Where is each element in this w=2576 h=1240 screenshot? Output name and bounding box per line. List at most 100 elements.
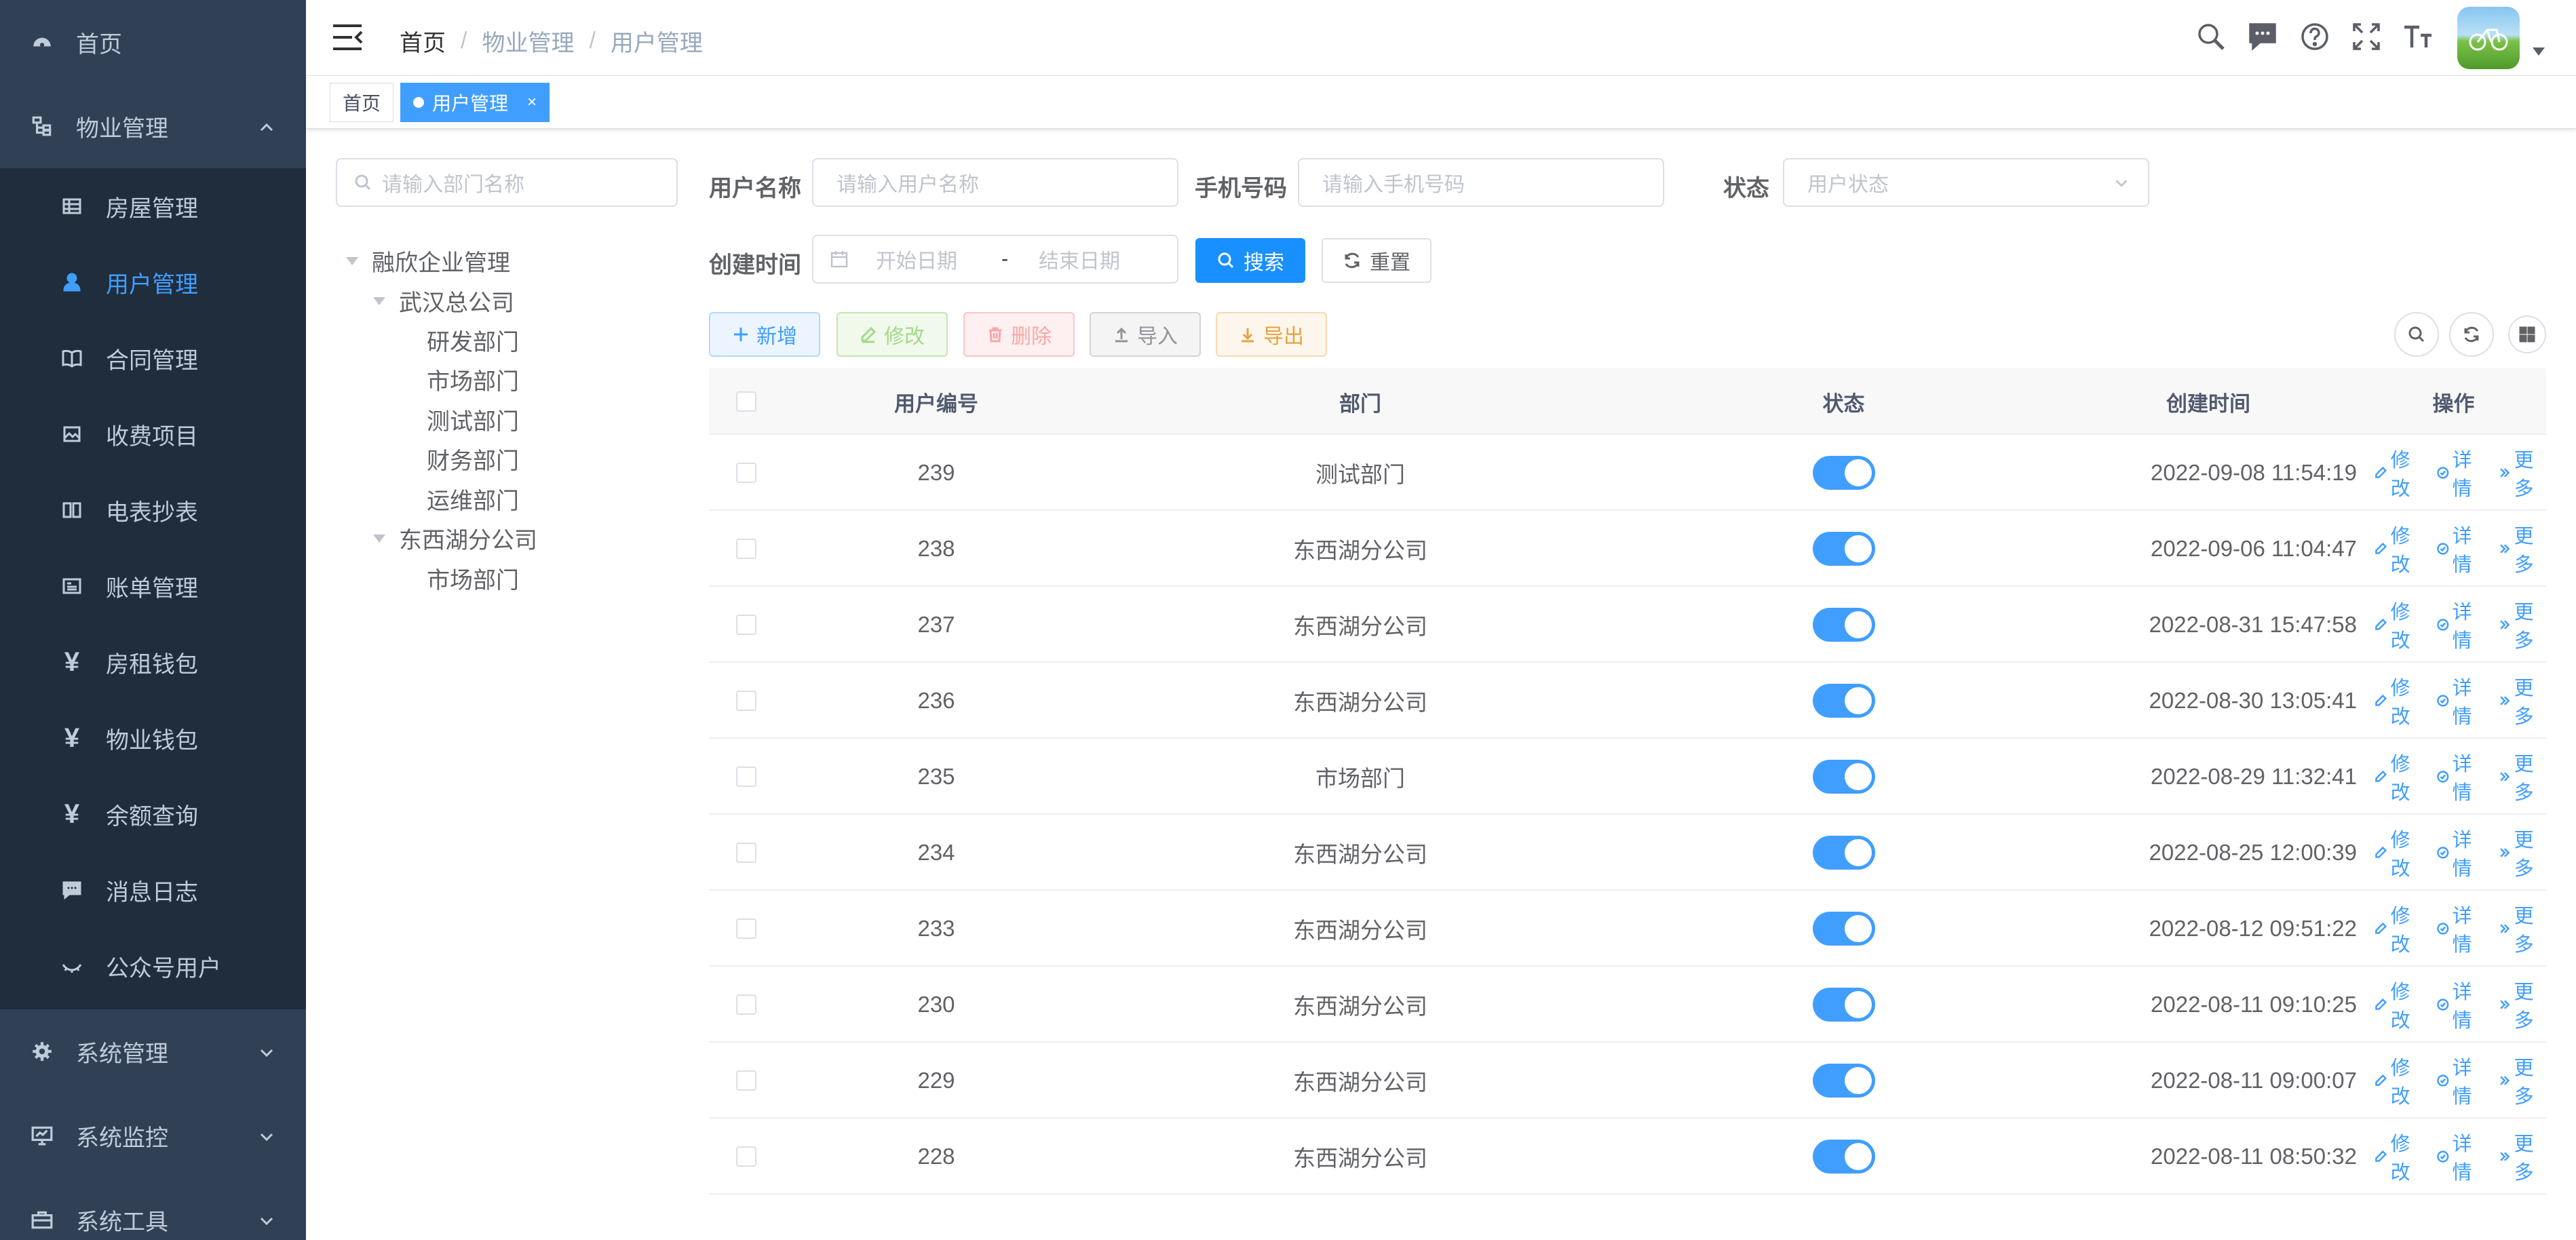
- tree-node-dept[interactable]: 研发部门: [427, 324, 519, 357]
- row-detail-link[interactable]: 详情: [2436, 748, 2484, 805]
- row-edit-link[interactable]: 修改: [2375, 748, 2423, 805]
- sidebar-item-rent-wallet[interactable]: ¥ 房租钱包: [0, 624, 306, 700]
- row-checkbox[interactable]: [709, 891, 784, 967]
- row-detail-link[interactable]: 详情: [2436, 596, 2484, 653]
- row-more-link[interactable]: 更多: [2498, 748, 2546, 805]
- sidebar-item-balance[interactable]: ¥ 余额查询: [0, 776, 306, 852]
- search-icon[interactable]: [2195, 20, 2227, 53]
- row-checkbox[interactable]: [709, 663, 784, 739]
- sidebar-item-wechat-users[interactable]: 公众号用户: [0, 928, 306, 1004]
- end-date-placeholder[interactable]: 结束日期: [1039, 244, 1120, 274]
- row-checkbox[interactable]: [709, 435, 784, 511]
- header-user-id[interactable]: 用户编号: [784, 368, 1089, 435]
- row-detail-link[interactable]: 详情: [2436, 1128, 2484, 1185]
- row-edit-link[interactable]: 修改: [2375, 1052, 2423, 1109]
- chat-icon[interactable]: [2246, 20, 2279, 53]
- status-switch[interactable]: [1812, 1140, 1875, 1174]
- row-edit-link[interactable]: 修改: [2375, 596, 2423, 653]
- edit-button[interactable]: 修改: [837, 312, 948, 357]
- row-edit-link[interactable]: 修改: [2375, 900, 2423, 957]
- status-switch[interactable]: [1812, 912, 1875, 946]
- row-edit-link[interactable]: 修改: [2375, 824, 2423, 881]
- row-more-link[interactable]: 更多: [2498, 1128, 2546, 1185]
- avatar[interactable]: [2457, 7, 2520, 69]
- tree-node-dept[interactable]: 运维部门: [427, 482, 519, 516]
- row-checkbox[interactable]: [709, 511, 784, 587]
- dept-search-input[interactable]: 请输入部门名称: [336, 158, 678, 207]
- status-switch[interactable]: [1812, 532, 1875, 566]
- status-switch[interactable]: [1812, 760, 1875, 794]
- sidebar-item-tools[interactable]: 系统工具: [0, 1178, 306, 1240]
- phone-input[interactable]: 请输入手机号码: [1298, 158, 1664, 207]
- select-all-checkbox[interactable]: [709, 368, 784, 435]
- tree-node-dept[interactable]: 财务部门: [427, 442, 519, 476]
- help-icon[interactable]: [2299, 20, 2331, 53]
- row-detail-link[interactable]: 详情: [2436, 520, 2484, 577]
- tag-home[interactable]: 首页: [330, 83, 394, 122]
- tree-node-dongxihu[interactable]: 东西湖分公司: [373, 522, 537, 555]
- row-more-link[interactable]: 更多: [2498, 672, 2546, 729]
- status-switch[interactable]: [1812, 608, 1875, 642]
- sidebar-item-users[interactable]: 用户管理: [0, 244, 306, 320]
- row-edit-link[interactable]: 修改: [2375, 976, 2423, 1033]
- caret-down-icon[interactable]: [346, 256, 358, 265]
- sidebar-item-property-wallet[interactable]: ¥ 物业钱包: [0, 700, 306, 776]
- header-dept[interactable]: 部门: [1089, 368, 1632, 435]
- tree-node-root[interactable]: 融欣企业管理: [346, 244, 510, 277]
- row-checkbox[interactable]: [709, 815, 784, 891]
- add-button[interactable]: 新增: [709, 312, 820, 357]
- row-detail-link[interactable]: 详情: [2436, 444, 2484, 501]
- date-range-picker[interactable]: 开始日期 - 结束日期: [812, 235, 1178, 284]
- row-more-link[interactable]: 更多: [2498, 976, 2546, 1033]
- sidebar-item-property[interactable]: 物业管理: [0, 84, 306, 168]
- username-input[interactable]: 请输入用户名称: [812, 158, 1178, 207]
- status-switch[interactable]: [1812, 684, 1875, 718]
- tree-node-dept[interactable]: 市场部门: [427, 562, 519, 595]
- row-checkbox[interactable]: [709, 587, 784, 663]
- breadcrumb-item-home[interactable]: 首页: [400, 24, 446, 58]
- delete-button[interactable]: 删除: [963, 312, 1075, 357]
- sidebar-item-fees[interactable]: 收费项目: [0, 396, 306, 472]
- row-detail-link[interactable]: 详情: [2436, 1052, 2484, 1109]
- reset-button[interactable]: 重置: [1322, 238, 1431, 283]
- tree-node-dept[interactable]: 市场部门: [427, 363, 519, 396]
- caret-down-icon[interactable]: [373, 534, 385, 543]
- row-detail-link[interactable]: 详情: [2436, 900, 2484, 957]
- row-edit-link[interactable]: 修改: [2375, 672, 2423, 729]
- row-more-link[interactable]: 更多: [2498, 900, 2546, 957]
- row-more-link[interactable]: 更多: [2498, 1052, 2546, 1109]
- row-checkbox[interactable]: [709, 967, 784, 1043]
- fullscreen-icon[interactable]: [2350, 20, 2383, 53]
- sidebar-item-monitor[interactable]: 系统监控: [0, 1093, 306, 1178]
- tag-users[interactable]: 用户管理 ×: [400, 83, 550, 122]
- row-more-link[interactable]: 更多: [2498, 824, 2546, 881]
- status-switch[interactable]: [1812, 836, 1875, 870]
- row-more-link[interactable]: 更多: [2498, 520, 2546, 577]
- start-date-placeholder[interactable]: 开始日期: [876, 244, 984, 274]
- font-size-icon[interactable]: [2402, 20, 2434, 53]
- columns-button[interactable]: [2508, 315, 2546, 353]
- sidebar-item-messages[interactable]: 消息日志: [0, 852, 306, 928]
- tree-node-wuhan[interactable]: 武汉总公司: [373, 284, 514, 317]
- refresh-button[interactable]: [2449, 312, 2494, 357]
- export-button[interactable]: 导出: [1216, 312, 1327, 357]
- sidebar-item-meter[interactable]: 电表抄表: [0, 472, 306, 548]
- tree-node-dept[interactable]: 测试部门: [427, 403, 519, 436]
- row-edit-link[interactable]: 修改: [2375, 444, 2423, 501]
- row-checkbox[interactable]: [709, 739, 784, 815]
- header-status[interactable]: 状态: [1632, 368, 2056, 435]
- status-switch[interactable]: [1812, 988, 1875, 1022]
- row-more-link[interactable]: 更多: [2498, 444, 2546, 501]
- caret-down-icon[interactable]: [373, 296, 385, 305]
- sidebar-item-home[interactable]: 首页: [0, 0, 306, 84]
- hamburger-icon[interactable]: [332, 23, 363, 52]
- row-more-link[interactable]: 更多: [2498, 596, 2546, 653]
- header-created[interactable]: 创建时间: [2056, 368, 2361, 435]
- search-button[interactable]: 搜索: [1195, 238, 1305, 283]
- import-button[interactable]: 导入: [1090, 312, 1201, 357]
- sidebar-item-contracts[interactable]: 合同管理: [0, 320, 306, 396]
- status-select[interactable]: 用户状态: [1783, 158, 2149, 207]
- sidebar-item-system[interactable]: 系统管理: [0, 1009, 306, 1093]
- sidebar-item-bills[interactable]: 账单管理: [0, 548, 306, 624]
- status-switch[interactable]: [1812, 456, 1875, 490]
